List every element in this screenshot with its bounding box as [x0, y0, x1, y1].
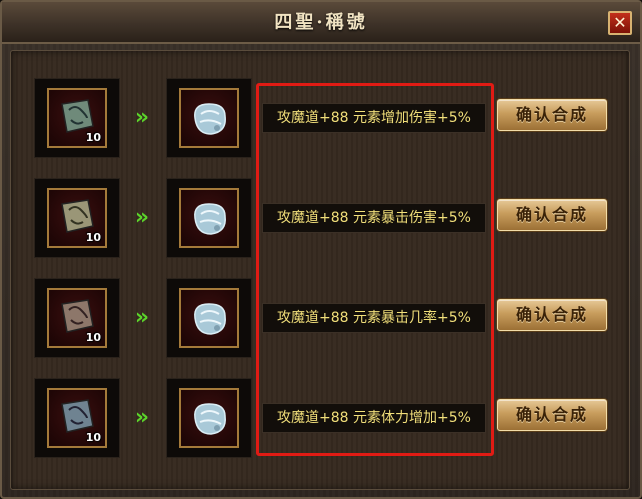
window-title: 四聖·稱號 [274, 12, 368, 33]
material-frame: 10 [47, 388, 107, 448]
material-frame: 10 [47, 188, 107, 248]
material-slot[interactable]: 10 [34, 378, 120, 458]
crystal-pouch-icon [194, 203, 226, 235]
carved-stone-icon [61, 299, 94, 333]
recipe-row: 10 » 攻魔道+88 元素暴击几率+5% 确认合成 [0, 278, 642, 358]
carved-stone-icon [61, 99, 94, 133]
material-slot[interactable]: 10 [34, 78, 120, 158]
recipe-row: 10 » 攻魔道+88 元素增加伤害+5% 确认合成 [0, 78, 642, 158]
arrow-right-icon: » [134, 205, 150, 230]
arrow-right-icon: » [134, 105, 150, 130]
close-button[interactable]: ✕ [608, 11, 632, 35]
result-slot[interactable] [166, 78, 252, 158]
result-frame [179, 288, 239, 348]
crystal-pouch-icon [194, 303, 226, 335]
material-count: 10 [85, 131, 101, 144]
result-frame [179, 88, 239, 148]
effect-label: 攻魔道+88 元素增加伤害+5% [262, 103, 486, 133]
carved-stone-icon [61, 199, 94, 233]
confirm-synthesis-button[interactable]: 确认合成 [497, 399, 607, 431]
recipe-row: 10 » 攻魔道+88 元素暴击伤害+5% 确认合成 [0, 178, 642, 258]
recipe-row: 10 » 攻魔道+88 元素体力增加+5% 确认合成 [0, 378, 642, 458]
result-slot[interactable] [166, 378, 252, 458]
title-bar: 四聖·稱號 ✕ [2, 2, 640, 44]
material-count: 10 [85, 331, 101, 344]
effect-label: 攻魔道+88 元素暴击几率+5% [262, 303, 486, 333]
material-slot[interactable]: 10 [34, 278, 120, 358]
effect-label: 攻魔道+88 元素体力增加+5% [262, 403, 486, 433]
material-slot[interactable]: 10 [34, 178, 120, 258]
result-slot[interactable] [166, 178, 252, 258]
material-count: 10 [85, 231, 101, 244]
crystal-pouch-icon [194, 403, 226, 435]
crystal-pouch-icon [194, 103, 226, 135]
material-frame: 10 [47, 288, 107, 348]
carved-stone-icon [61, 399, 94, 433]
confirm-synthesis-button[interactable]: 确认合成 [497, 199, 607, 231]
material-frame: 10 [47, 88, 107, 148]
arrow-right-icon: » [134, 405, 150, 430]
effect-label: 攻魔道+88 元素暴击伤害+5% [262, 203, 486, 233]
confirm-synthesis-button[interactable]: 确认合成 [497, 99, 607, 131]
arrow-right-icon: » [134, 305, 150, 330]
result-slot[interactable] [166, 278, 252, 358]
material-count: 10 [85, 431, 101, 444]
result-frame [179, 388, 239, 448]
result-frame [179, 188, 239, 248]
confirm-synthesis-button[interactable]: 确认合成 [497, 299, 607, 331]
